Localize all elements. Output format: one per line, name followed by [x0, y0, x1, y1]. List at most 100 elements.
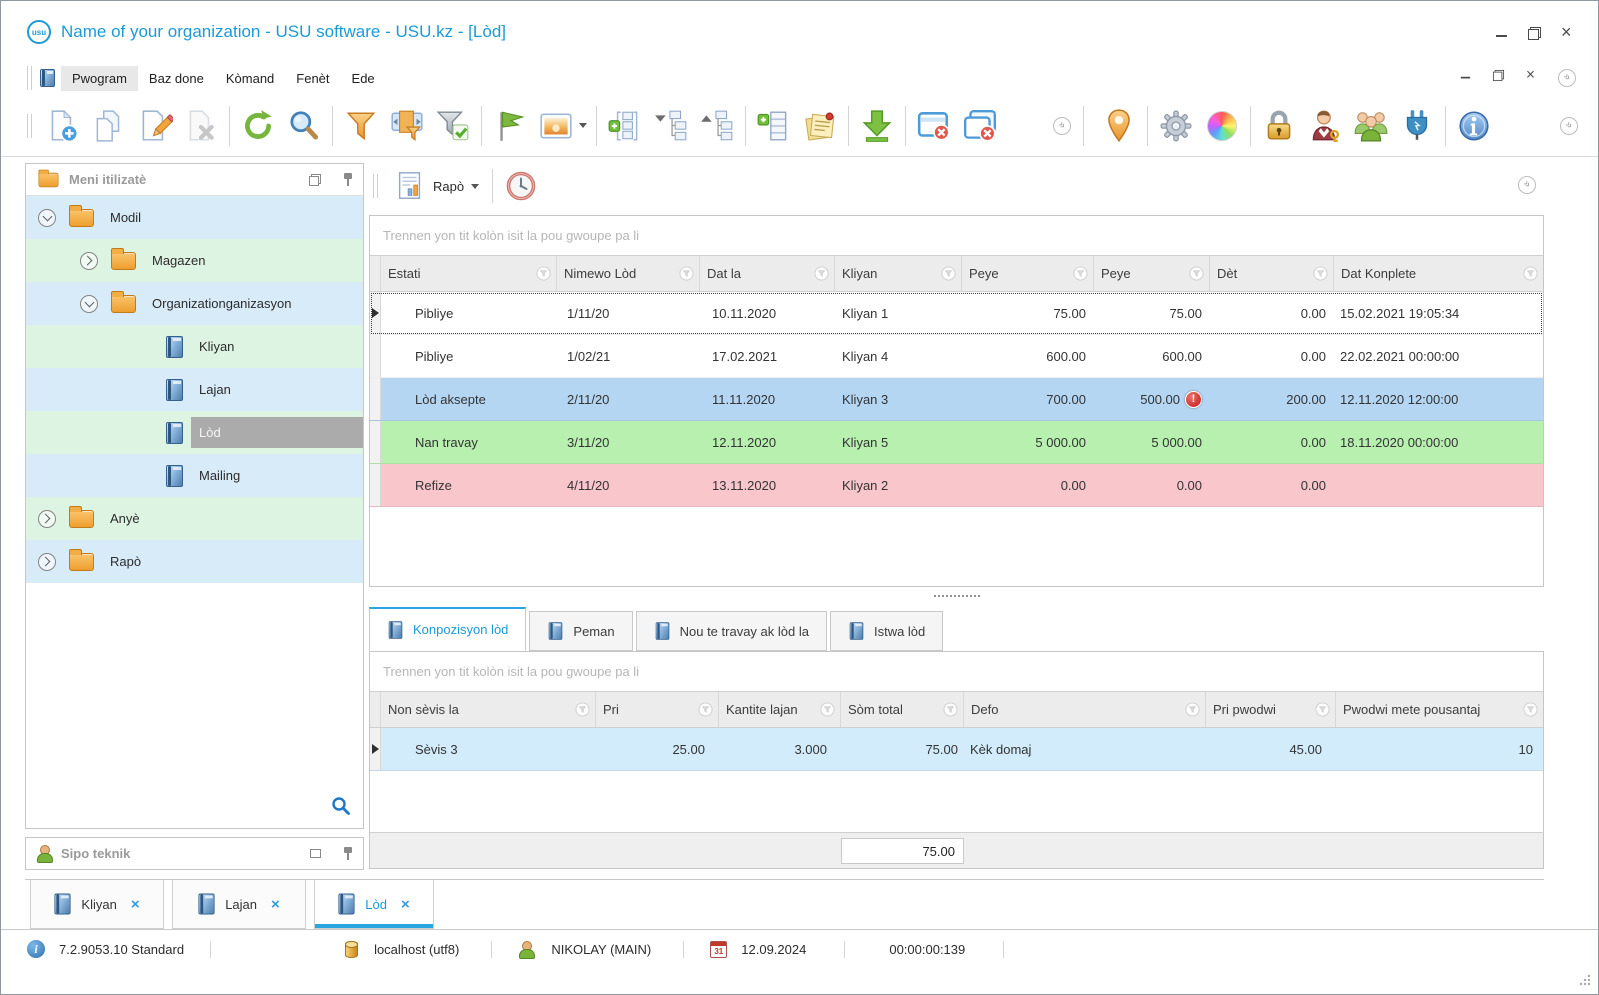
child-close-button[interactable] [1526, 67, 1537, 82]
filter-funnel-icon[interactable] [1523, 702, 1538, 717]
drag-grip[interactable] [27, 66, 32, 90]
filter-apply-button[interactable] [430, 103, 476, 149]
filter-funnel-icon[interactable] [1315, 702, 1330, 717]
close-tab-icon[interactable] [401, 896, 410, 913]
maximize-button[interactable] [1528, 27, 1541, 40]
column-header-kantite[interactable]: Kantite lajan [719, 692, 841, 727]
order-row[interactable]: Lòd aksepte 2/11/20 11.11.2020 Kliyan 3 … [370, 378, 1543, 421]
column-header-pousantaj[interactable]: Pwodwi mete pousantaj [1336, 692, 1543, 727]
settings-button[interactable] [1153, 103, 1199, 149]
user-permissions-button[interactable] [1302, 103, 1348, 149]
tree-item-mailing[interactable]: Mailing [26, 454, 363, 497]
tree-item-anye[interactable]: Anyè [26, 497, 363, 540]
column-header-dat-konplete[interactable]: Dat Konplete [1334, 256, 1543, 291]
tab-peman[interactable]: Peman [529, 611, 633, 651]
tree-item-kliyan[interactable]: Kliyan [26, 325, 363, 368]
filter-funnel-icon[interactable] [814, 266, 829, 281]
tree-item-organizasyon[interactable]: Organizationganizasyon [26, 282, 363, 325]
column-header-kliyan[interactable]: Kliyan [835, 256, 962, 291]
collapse-tree-button[interactable] [648, 103, 694, 149]
filter-settings-button[interactable] [384, 103, 430, 149]
float-panel-icon[interactable] [309, 173, 321, 186]
tab-konpozisyon-lod[interactable]: Konpozisyon lòd [369, 607, 527, 651]
column-header-det[interactable]: Dèt [1210, 256, 1334, 291]
location-pin-button[interactable] [1096, 103, 1142, 149]
add-row-button[interactable] [751, 103, 797, 149]
tree-item-lajan[interactable]: Lajan [26, 368, 363, 411]
tree-item-rapo[interactable]: Rapò [26, 540, 363, 583]
image-button[interactable] [533, 103, 591, 149]
menu-ede[interactable]: Ede [341, 66, 386, 91]
mdi-tab-lajan[interactable]: Lajan [172, 880, 306, 929]
item-row[interactable]: Sèvis 3 25.00 3.000 75.00 Kèk domaj 45.0… [370, 728, 1543, 771]
close-tab-icon[interactable] [271, 896, 280, 913]
refresh-button[interactable] [235, 103, 281, 149]
column-header-peye[interactable]: Peye [962, 256, 1094, 291]
toolbar-overflow-chevron-icon[interactable] [1053, 116, 1071, 135]
expand-node-icon[interactable] [38, 509, 56, 528]
order-row[interactable]: Pibliye 1/02/21 17.02.2021 Kliyan 4 600.… [370, 335, 1543, 378]
filter-funnel-icon[interactable] [679, 266, 694, 281]
filter-funnel-icon[interactable] [1313, 266, 1328, 281]
grid-splitter[interactable] [369, 589, 1544, 603]
expand-node-icon[interactable] [80, 251, 98, 270]
calendar-icon[interactable]: 31 [710, 940, 728, 958]
flag-button[interactable] [487, 103, 533, 149]
collapse-node-icon[interactable] [38, 208, 56, 227]
expand-groups-button[interactable] [602, 103, 648, 149]
mdi-tab-kliyan[interactable]: Kliyan [30, 880, 164, 929]
order-row[interactable]: Refize 4/11/20 13.11.2020 Kliyan 2 0.00 … [370, 464, 1543, 507]
close-button[interactable] [1561, 23, 1574, 41]
search-button[interactable] [281, 103, 327, 149]
filter-funnel-icon[interactable] [698, 702, 713, 717]
plugin-button[interactable] [1394, 103, 1440, 149]
column-header-peye-2[interactable]: Peye [1094, 256, 1210, 291]
column-header-pri-pwodwi[interactable]: Pri pwodwi [1206, 692, 1336, 727]
tree-item-magazen[interactable]: Magazen [26, 239, 363, 282]
child-restore-button[interactable] [1492, 69, 1505, 82]
tree-item-lod[interactable]: Lòd [26, 411, 363, 454]
expand-node-icon[interactable] [38, 552, 56, 571]
edit-document-button[interactable] [132, 103, 178, 149]
tab-nou-te-travay[interactable]: Nou te travay ak lòd la [635, 611, 827, 651]
toolbar-overflow-right-chevron-icon[interactable] [1560, 116, 1578, 135]
menu-pwogram[interactable]: Pwogram [61, 65, 138, 91]
report-toolbar-chevron-icon[interactable] [1518, 176, 1536, 194]
timer-button[interactable] [498, 163, 544, 209]
toolbar-grip[interactable] [27, 113, 32, 138]
column-header-dat-la[interactable]: Dat la [700, 256, 835, 291]
filter-funnel-icon[interactable] [1185, 702, 1200, 717]
filter-funnel-icon[interactable] [1073, 266, 1088, 281]
order-row[interactable]: Pibliye 1/11/20 10.11.2020 Kliyan 1 75.0… [370, 292, 1543, 335]
filter-funnel-icon[interactable] [575, 702, 590, 717]
restore-panel-icon[interactable] [310, 849, 321, 858]
menu-baz-done[interactable]: Baz done [138, 66, 215, 91]
color-palette-button[interactable] [1199, 103, 1245, 149]
mdi-tab-lod[interactable]: Lòd [314, 880, 434, 929]
order-row[interactable]: Nan travay 3/11/20 12.11.2020 Kliyan 5 5… [370, 421, 1543, 464]
filter-funnel-icon[interactable] [941, 266, 956, 281]
filter-funnel-icon[interactable] [536, 266, 551, 281]
pin-icon[interactable] [343, 847, 353, 860]
close-all-windows-button[interactable] [957, 103, 1003, 149]
copy-document-button[interactable] [86, 103, 132, 149]
tab-istwa-lod[interactable]: Istwa lòd [829, 611, 944, 651]
column-header-defo[interactable]: Defo [964, 692, 1206, 727]
child-minimize-button[interactable] [1460, 70, 1471, 81]
export-button[interactable] [854, 103, 900, 149]
close-tab-icon[interactable] [131, 896, 140, 913]
close-window-button[interactable] [911, 103, 957, 149]
filter-funnel-icon[interactable] [943, 702, 958, 717]
image-dropdown-icon[interactable] [578, 123, 587, 128]
new-document-button[interactable] [40, 103, 86, 149]
filter-funnel-icon[interactable] [1523, 266, 1538, 281]
column-header-nimewo-lod[interactable]: Nimewo Lòd [557, 256, 700, 291]
resize-grip-icon[interactable] [1578, 973, 1591, 986]
minimize-button[interactable] [1495, 27, 1508, 40]
info-button[interactable] [1451, 103, 1497, 149]
filter-button[interactable] [338, 103, 384, 149]
menu-overflow-chevron-icon[interactable] [1558, 69, 1576, 87]
collapse-node-icon[interactable] [80, 294, 98, 313]
column-header-som-total[interactable]: Sòm total [841, 692, 964, 727]
filter-funnel-icon[interactable] [1189, 266, 1204, 281]
